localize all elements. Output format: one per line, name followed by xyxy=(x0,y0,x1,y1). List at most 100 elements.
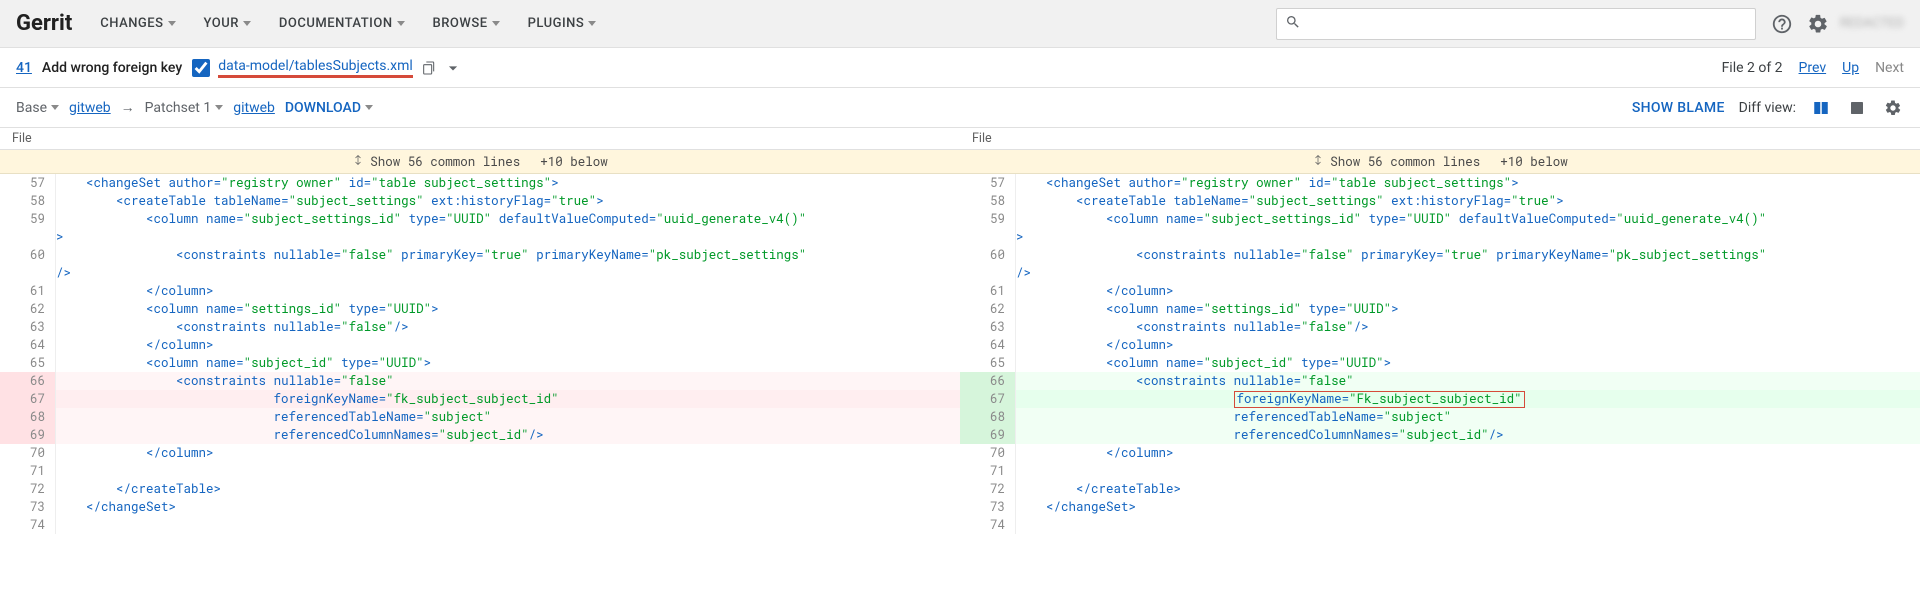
code-line-right[interactable]: 67 foreignKeyName="Fk_subject_subject_id… xyxy=(960,390,1920,408)
gear-icon[interactable] xyxy=(1800,6,1836,42)
line-number[interactable]: 70 xyxy=(960,444,1016,462)
line-number[interactable]: 59 xyxy=(960,210,1016,228)
code-line-right[interactable]: 68 referencedTableName="subject" xyxy=(960,408,1920,426)
line-number[interactable]: 65 xyxy=(960,354,1016,372)
line-number[interactable]: 61 xyxy=(960,282,1016,300)
line-number[interactable]: 68 xyxy=(0,408,56,426)
code-line-right[interactable]: 71 xyxy=(960,462,1920,480)
line-number[interactable]: 57 xyxy=(0,174,56,192)
line-number[interactable]: 69 xyxy=(0,426,56,444)
nav-item-your[interactable]: YOUR xyxy=(204,16,251,31)
code-line-right[interactable]: 73 </changeSet> xyxy=(960,498,1920,516)
nav-item-plugins[interactable]: PLUGINS xyxy=(528,16,597,31)
line-number[interactable] xyxy=(960,228,1016,246)
code-line-left[interactable]: 71 xyxy=(0,462,960,480)
line-number[interactable]: 68 xyxy=(960,408,1016,426)
user-name[interactable]: REDACTED xyxy=(1840,16,1904,31)
code-line-right[interactable]: 58 <createTable tableName="subject_setti… xyxy=(960,192,1920,210)
code-line-right[interactable]: 60 <constraints nullable="false" primary… xyxy=(960,246,1920,264)
code-line-right[interactable]: 61 </column> xyxy=(960,282,1920,300)
code-line-left[interactable]: 73 </changeSet> xyxy=(0,498,960,516)
side-by-side-view-icon[interactable] xyxy=(1810,98,1832,118)
code-line-left[interactable]: 74 xyxy=(0,516,960,534)
line-number[interactable]: 73 xyxy=(960,498,1016,516)
line-number[interactable]: 72 xyxy=(960,480,1016,498)
line-number[interactable]: 62 xyxy=(960,300,1016,318)
code-line-left[interactable]: 72 </createTable> xyxy=(0,480,960,498)
line-number[interactable]: 60 xyxy=(0,246,56,264)
line-number[interactable] xyxy=(0,264,56,282)
line-number[interactable]: 64 xyxy=(960,336,1016,354)
prev-file-link[interactable]: Prev xyxy=(1799,60,1827,76)
code-line-right[interactable]: 64 </column> xyxy=(960,336,1920,354)
code-line-left[interactable]: 59 <column name="subject_settings_id" ty… xyxy=(0,210,960,228)
line-number[interactable]: 58 xyxy=(960,192,1016,210)
line-number[interactable]: 59 xyxy=(0,210,56,228)
line-number[interactable]: 61 xyxy=(0,282,56,300)
line-number[interactable]: 74 xyxy=(0,516,56,534)
code-line-right[interactable]: 59 <column name="subject_settings_id" ty… xyxy=(960,210,1920,228)
code-line-left[interactable]: 67 foreignKeyName="fk_subject_subject_id… xyxy=(0,390,960,408)
download-dropdown[interactable]: DOWNLOAD xyxy=(285,100,373,116)
gitweb-base-link[interactable]: gitweb xyxy=(69,100,111,116)
reviewed-checkbox[interactable] xyxy=(192,59,210,77)
line-number[interactable]: 70 xyxy=(0,444,56,462)
help-icon[interactable] xyxy=(1764,6,1800,42)
code-line-right[interactable]: 70 </column> xyxy=(960,444,1920,462)
code-line-right[interactable]: > xyxy=(960,228,1920,246)
code-line-left[interactable]: 65 <column name="subject_id" type="UUID"… xyxy=(0,354,960,372)
line-number[interactable]: 72 xyxy=(0,480,56,498)
code-line-right[interactable]: 57 <changeSet author="registry owner" id… xyxy=(960,174,1920,192)
code-line-left[interactable]: /> xyxy=(0,264,960,282)
line-number[interactable]: 65 xyxy=(0,354,56,372)
code-line-right[interactable]: 69 referencedColumnNames="subject_id"/> xyxy=(960,426,1920,444)
line-number[interactable]: 64 xyxy=(0,336,56,354)
nav-item-documentation[interactable]: DOCUMENTATION xyxy=(279,16,405,31)
line-number[interactable]: 57 xyxy=(960,174,1016,192)
code-line-left[interactable]: 58 <createTable tableName="subject_setti… xyxy=(0,192,960,210)
nav-item-browse[interactable]: BROWSE xyxy=(433,16,500,31)
plus-below-left[interactable]: +10 below xyxy=(540,154,608,170)
code-line-right[interactable]: 65 <column name="subject_id" type="UUID"… xyxy=(960,354,1920,372)
code-line-right[interactable]: 74 xyxy=(960,516,1920,534)
file-path-link[interactable]: data-model/tablesSubjects.xml xyxy=(218,58,413,78)
show-common-lines-left[interactable]: Show 56 common lines xyxy=(370,154,520,170)
brand-logo[interactable]: Gerrit xyxy=(16,11,72,36)
code-line-left[interactable]: 69 referencedColumnNames="subject_id"/> xyxy=(0,426,960,444)
code-line-left[interactable]: 62 <column name="settings_id" type="UUID… xyxy=(0,300,960,318)
file-dropdown-icon[interactable] xyxy=(445,60,461,76)
code-line-left[interactable]: 70 </column> xyxy=(0,444,960,462)
code-line-left[interactable]: 68 referencedTableName="subject" xyxy=(0,408,960,426)
plus-below-right[interactable]: +10 below xyxy=(1500,154,1568,170)
line-number[interactable] xyxy=(960,264,1016,282)
change-number-link[interactable]: 41 xyxy=(16,60,32,76)
code-line-right[interactable]: 62 <column name="settings_id" type="UUID… xyxy=(960,300,1920,318)
gitweb-target-link[interactable]: gitweb xyxy=(233,100,275,116)
line-number[interactable]: 71 xyxy=(0,462,56,480)
line-number[interactable]: 62 xyxy=(0,300,56,318)
line-number[interactable]: 63 xyxy=(0,318,56,336)
code-line-left[interactable]: > xyxy=(0,228,960,246)
code-line-right[interactable]: /> xyxy=(960,264,1920,282)
line-number[interactable] xyxy=(0,228,56,246)
code-line-left[interactable]: 64 </column> xyxy=(0,336,960,354)
line-number[interactable]: 60 xyxy=(960,246,1016,264)
line-number[interactable]: 71 xyxy=(960,462,1016,480)
code-line-left[interactable]: 60 <constraints nullable="false" primary… xyxy=(0,246,960,264)
show-common-lines-right[interactable]: Show 56 common lines xyxy=(1330,154,1480,170)
unified-view-icon[interactable] xyxy=(1846,98,1868,118)
line-number[interactable]: 67 xyxy=(960,390,1016,408)
code-line-right[interactable]: 66 <constraints nullable="false" xyxy=(960,372,1920,390)
nav-item-changes[interactable]: CHANGES xyxy=(100,16,175,31)
code-line-right[interactable]: 72 </createTable> xyxy=(960,480,1920,498)
line-number[interactable]: 67 xyxy=(0,390,56,408)
diff-settings-gear-icon[interactable] xyxy=(1882,98,1904,118)
code-line-right[interactable]: 63 <constraints nullable="false"/> xyxy=(960,318,1920,336)
search-input[interactable] xyxy=(1307,16,1747,32)
base-patchset-dropdown[interactable]: Base xyxy=(16,100,59,116)
line-number[interactable]: 58 xyxy=(0,192,56,210)
copy-path-icon[interactable] xyxy=(421,60,437,76)
code-line-left[interactable]: 63 <constraints nullable="false"/> xyxy=(0,318,960,336)
line-number[interactable]: 69 xyxy=(960,426,1016,444)
code-line-left[interactable]: 66 <constraints nullable="false" xyxy=(0,372,960,390)
